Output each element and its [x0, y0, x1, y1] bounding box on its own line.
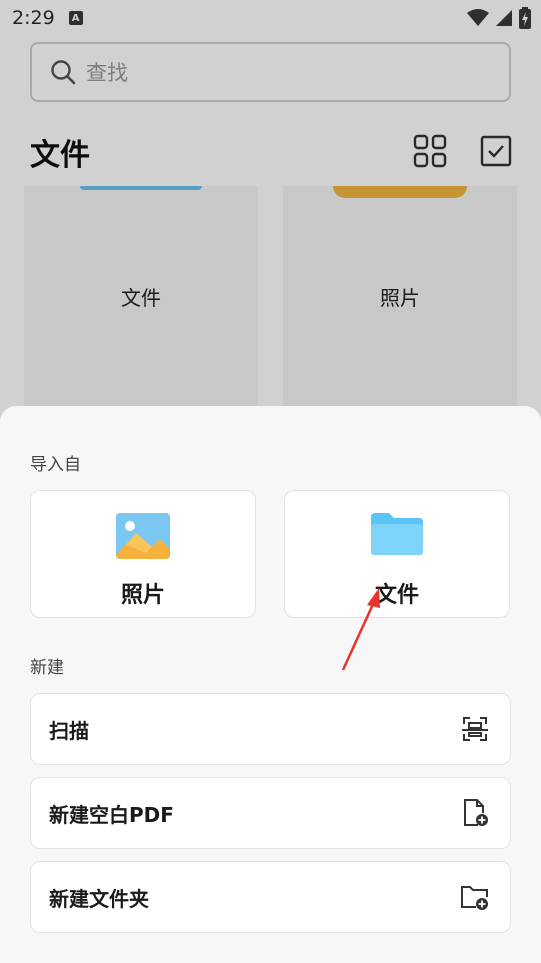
new-folder-label: 新建文件夹 [49, 886, 149, 911]
bottom-sheet: 导入自 照片 文件 新建 扫描 新建空白PDF 新建文件夹 [0, 406, 541, 963]
new-folder-button[interactable]: 新建文件夹 [30, 861, 511, 933]
new-blank-pdf-label: 新建空白PDF [49, 802, 174, 827]
folder-icon [371, 513, 423, 555]
import-files-label: 文件 [374, 583, 419, 608]
new-file-icon [464, 799, 488, 826]
import-section-label: 导入自 [30, 455, 81, 475]
photo-icon [116, 513, 170, 559]
scan-icon [462, 717, 488, 741]
import-photos-label: 照片 [120, 583, 165, 608]
new-blank-pdf-button[interactable]: 新建空白PDF [30, 777, 511, 849]
import-photos-button[interactable]: 照片 [30, 490, 256, 618]
scan-label: 扫描 [49, 718, 89, 743]
scan-button[interactable]: 扫描 [30, 693, 511, 765]
new-folder-icon [461, 886, 488, 910]
new-section-label: 新建 [30, 658, 64, 678]
import-files-button[interactable]: 文件 [284, 490, 510, 618]
